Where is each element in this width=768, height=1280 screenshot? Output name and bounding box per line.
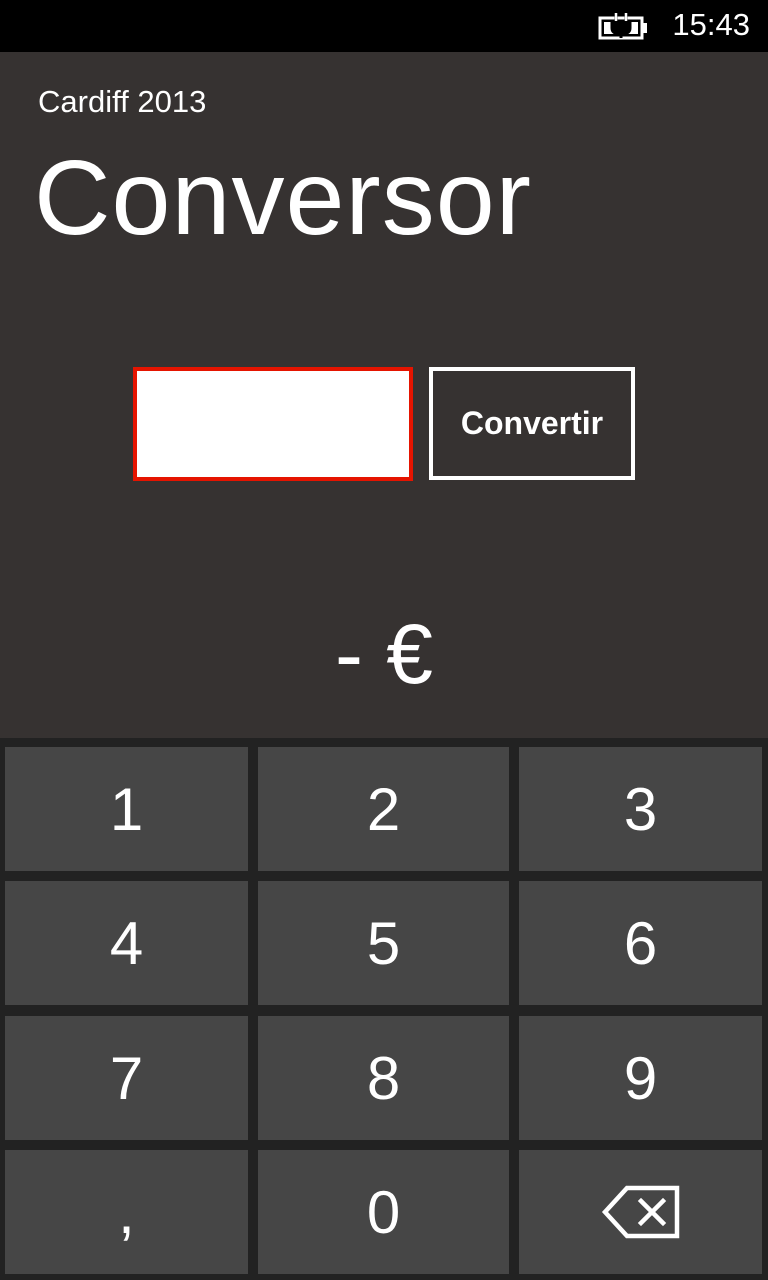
key-9[interactable]: 9 bbox=[519, 1016, 762, 1140]
key-label: , bbox=[118, 1178, 135, 1246]
convert-button[interactable]: Convertir bbox=[429, 367, 635, 480]
key-label: 2 bbox=[366, 775, 401, 843]
backspace-key[interactable] bbox=[519, 1150, 762, 1274]
status-time: 15:43 bbox=[672, 7, 750, 42]
key-comma[interactable]: , bbox=[5, 1150, 248, 1274]
app-content: Cardiff 2013 Conversor Convertir - € bbox=[0, 52, 768, 738]
status-bar: 15:43 bbox=[0, 0, 768, 52]
key-label: 1 bbox=[109, 775, 144, 843]
key-5[interactable]: 5 bbox=[258, 881, 509, 1005]
key-4[interactable]: 4 bbox=[5, 881, 248, 1005]
numeric-keypad: 1 2 3 4 5 6 7 8 9 , 0 bbox=[0, 738, 768, 1280]
key-6[interactable]: 6 bbox=[519, 881, 762, 1005]
app-subtitle: Cardiff 2013 bbox=[38, 84, 207, 119]
key-label: 9 bbox=[623, 1044, 658, 1112]
key-label: 6 bbox=[623, 909, 658, 977]
key-label: 7 bbox=[109, 1044, 144, 1112]
key-label: 0 bbox=[366, 1178, 401, 1246]
key-7[interactable]: 7 bbox=[5, 1016, 248, 1140]
key-3[interactable]: 3 bbox=[519, 747, 762, 871]
backspace-icon bbox=[601, 1185, 679, 1239]
battery-charging-icon bbox=[598, 13, 647, 40]
key-label: 3 bbox=[623, 775, 658, 843]
key-label: 4 bbox=[109, 909, 144, 977]
key-0[interactable]: 0 bbox=[258, 1150, 509, 1274]
key-1[interactable]: 1 bbox=[5, 747, 248, 871]
key-label: 8 bbox=[366, 1044, 401, 1112]
key-label: 5 bbox=[366, 909, 401, 977]
amount-input[interactable] bbox=[133, 367, 413, 481]
page-title: Conversor bbox=[34, 139, 532, 257]
key-2[interactable]: 2 bbox=[258, 747, 509, 871]
key-8[interactable]: 8 bbox=[258, 1016, 509, 1140]
result-text: - € bbox=[334, 607, 434, 701]
